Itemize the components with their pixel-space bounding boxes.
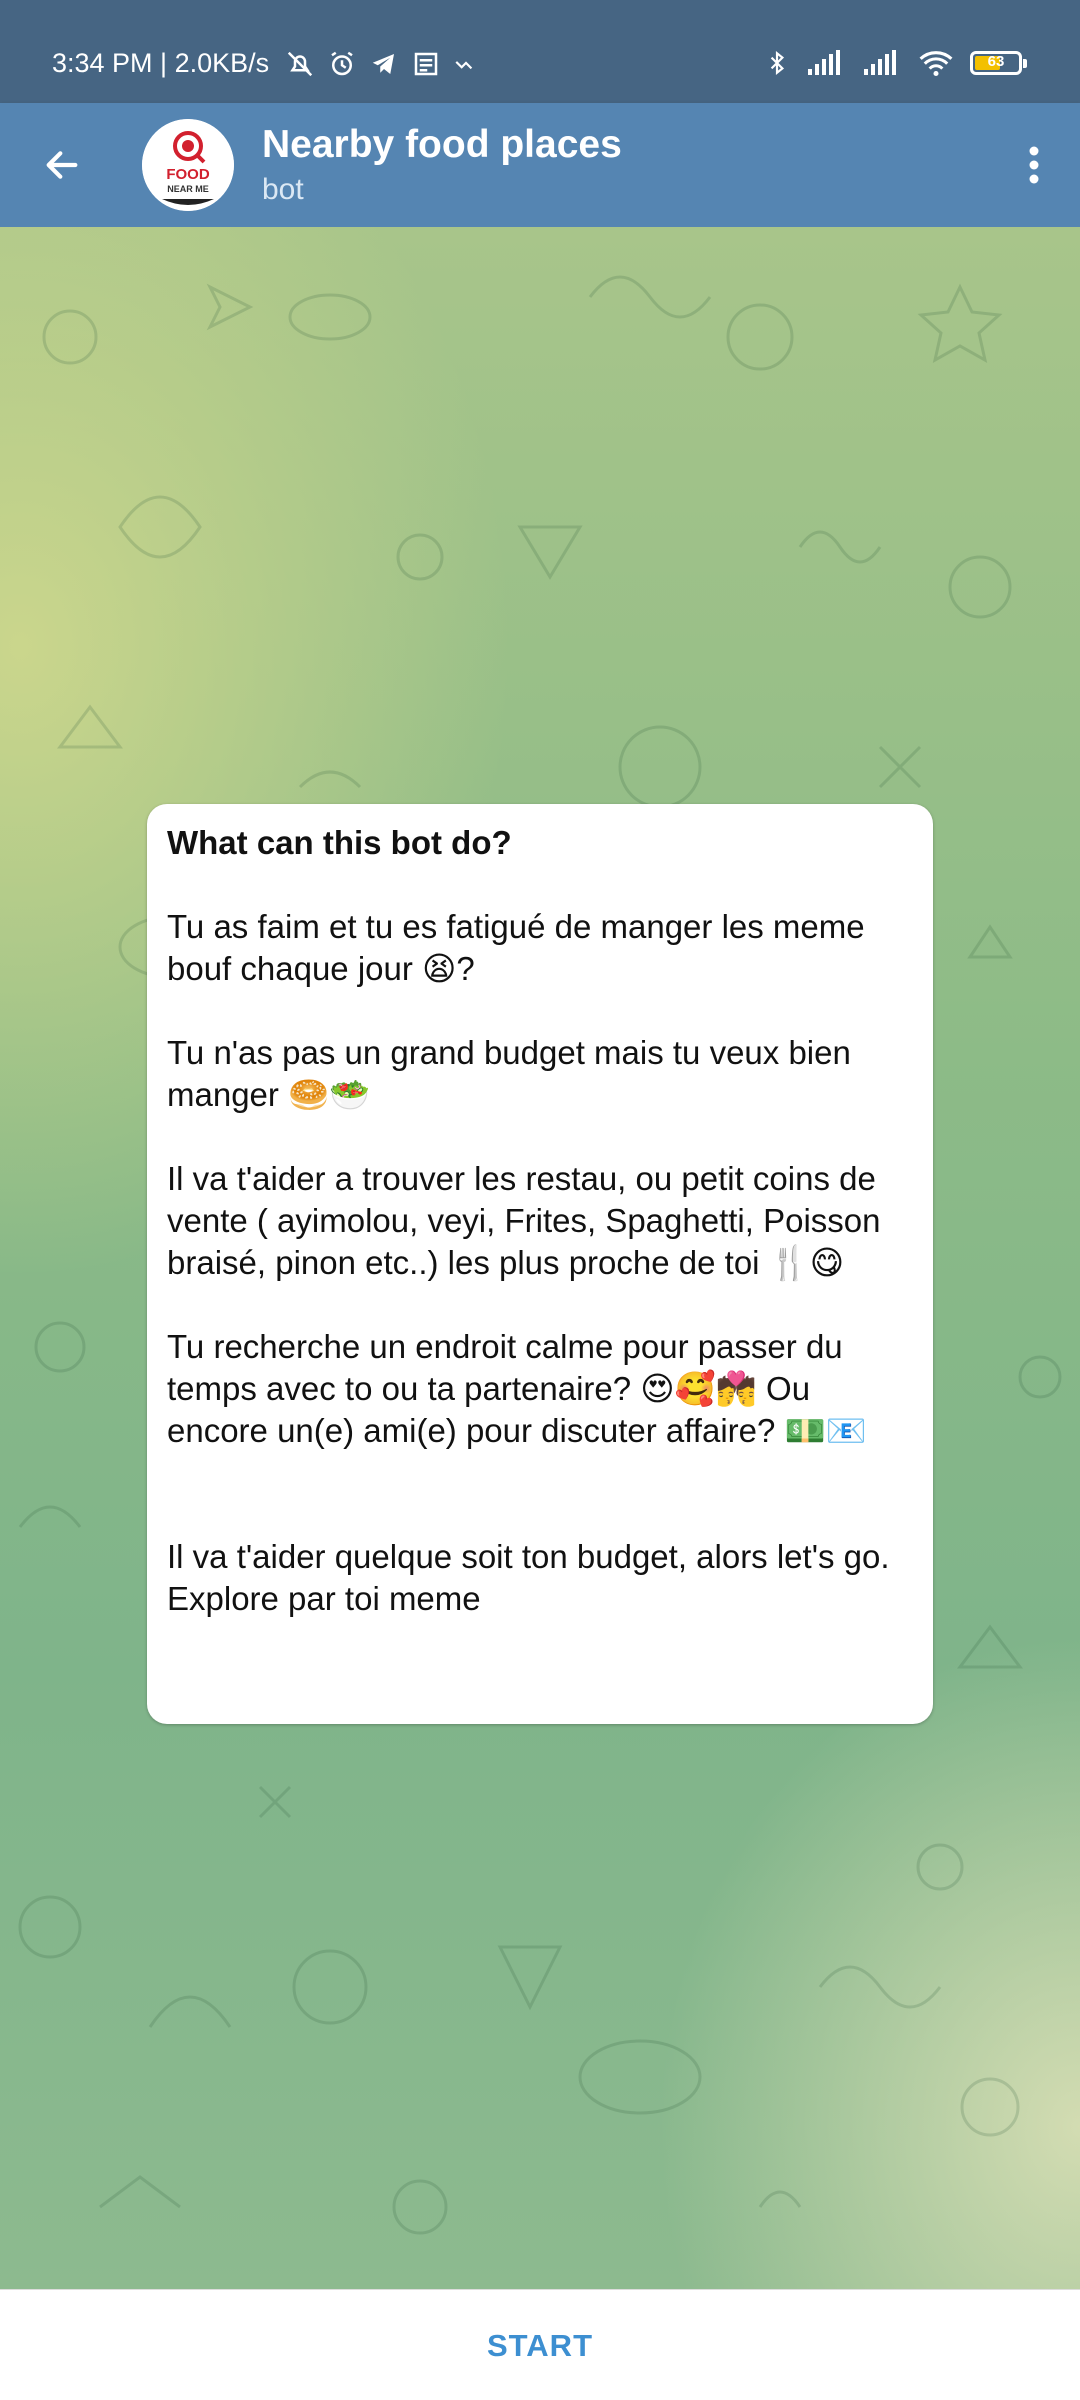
bot-info-paragraph-2: Tu n'as pas un grand budget mais tu veux… [167,1034,851,1113]
bot-info-paragraph-1: Tu as faim et tu es fatigué de manger le… [167,908,865,987]
status-right: 63 [764,48,1027,78]
more-options-button[interactable] [1002,133,1066,197]
battery-icon: 63 [970,51,1027,75]
signal-icon [808,50,840,75]
screen: 3:34 PM | 2.0KB/s 63 FOOD NEAR ME Nearby… [0,0,1080,2400]
avatar-text-top: FOOD [166,166,209,183]
bottom-bar: START [0,2289,1080,2400]
telegram-icon [372,53,395,74]
signal-icon-2 [864,50,896,75]
avatar-text-bottom: NEAR ME [167,184,209,194]
activity-icon [455,60,473,69]
status-left: 3:34 PM | 2.0KB/s [52,48,479,79]
food-near-me-logo: FOOD NEAR ME [142,119,234,211]
back-arrow-icon [46,151,78,179]
back-button[interactable] [30,133,94,197]
status-time-speed: 3:34 PM | 2.0KB/s [52,48,270,78]
avatar[interactable]: FOOD NEAR ME [142,119,234,211]
chat-subtitle: bot [262,173,304,206]
mute-icon [287,51,313,76]
chat-header: FOOD NEAR ME Nearby food places bot [0,103,1080,227]
news-icon [414,52,438,75]
status-icons-left [285,49,479,79]
chat-title[interactable]: Nearby food places [262,123,622,167]
alarm-icon [331,51,353,75]
start-button[interactable]: START [427,2308,653,2384]
bluetooth-icon [770,50,785,76]
chat-wallpaper: What can this bot do? Tu as faim et tu e… [0,227,1080,2289]
bot-info-paragraph-4: Tu recherche un endroit calme pour passe… [167,1328,867,1449]
battery-level: 63 [987,53,1005,70]
bot-info-title: What can this bot do? [167,824,512,861]
status-bar: 3:34 PM | 2.0KB/s 63 [0,0,1080,103]
bot-info-card: What can this bot do? Tu as faim et tu e… [147,804,933,1724]
bot-info-paragraph-3: Il va t'aider a trouver les restau, ou p… [167,1160,881,1281]
bot-info-paragraph-5: Il va t'aider quelque soit ton budget, a… [167,1538,890,1617]
more-vertical-icon [1029,146,1039,184]
wifi-icon [919,51,953,77]
